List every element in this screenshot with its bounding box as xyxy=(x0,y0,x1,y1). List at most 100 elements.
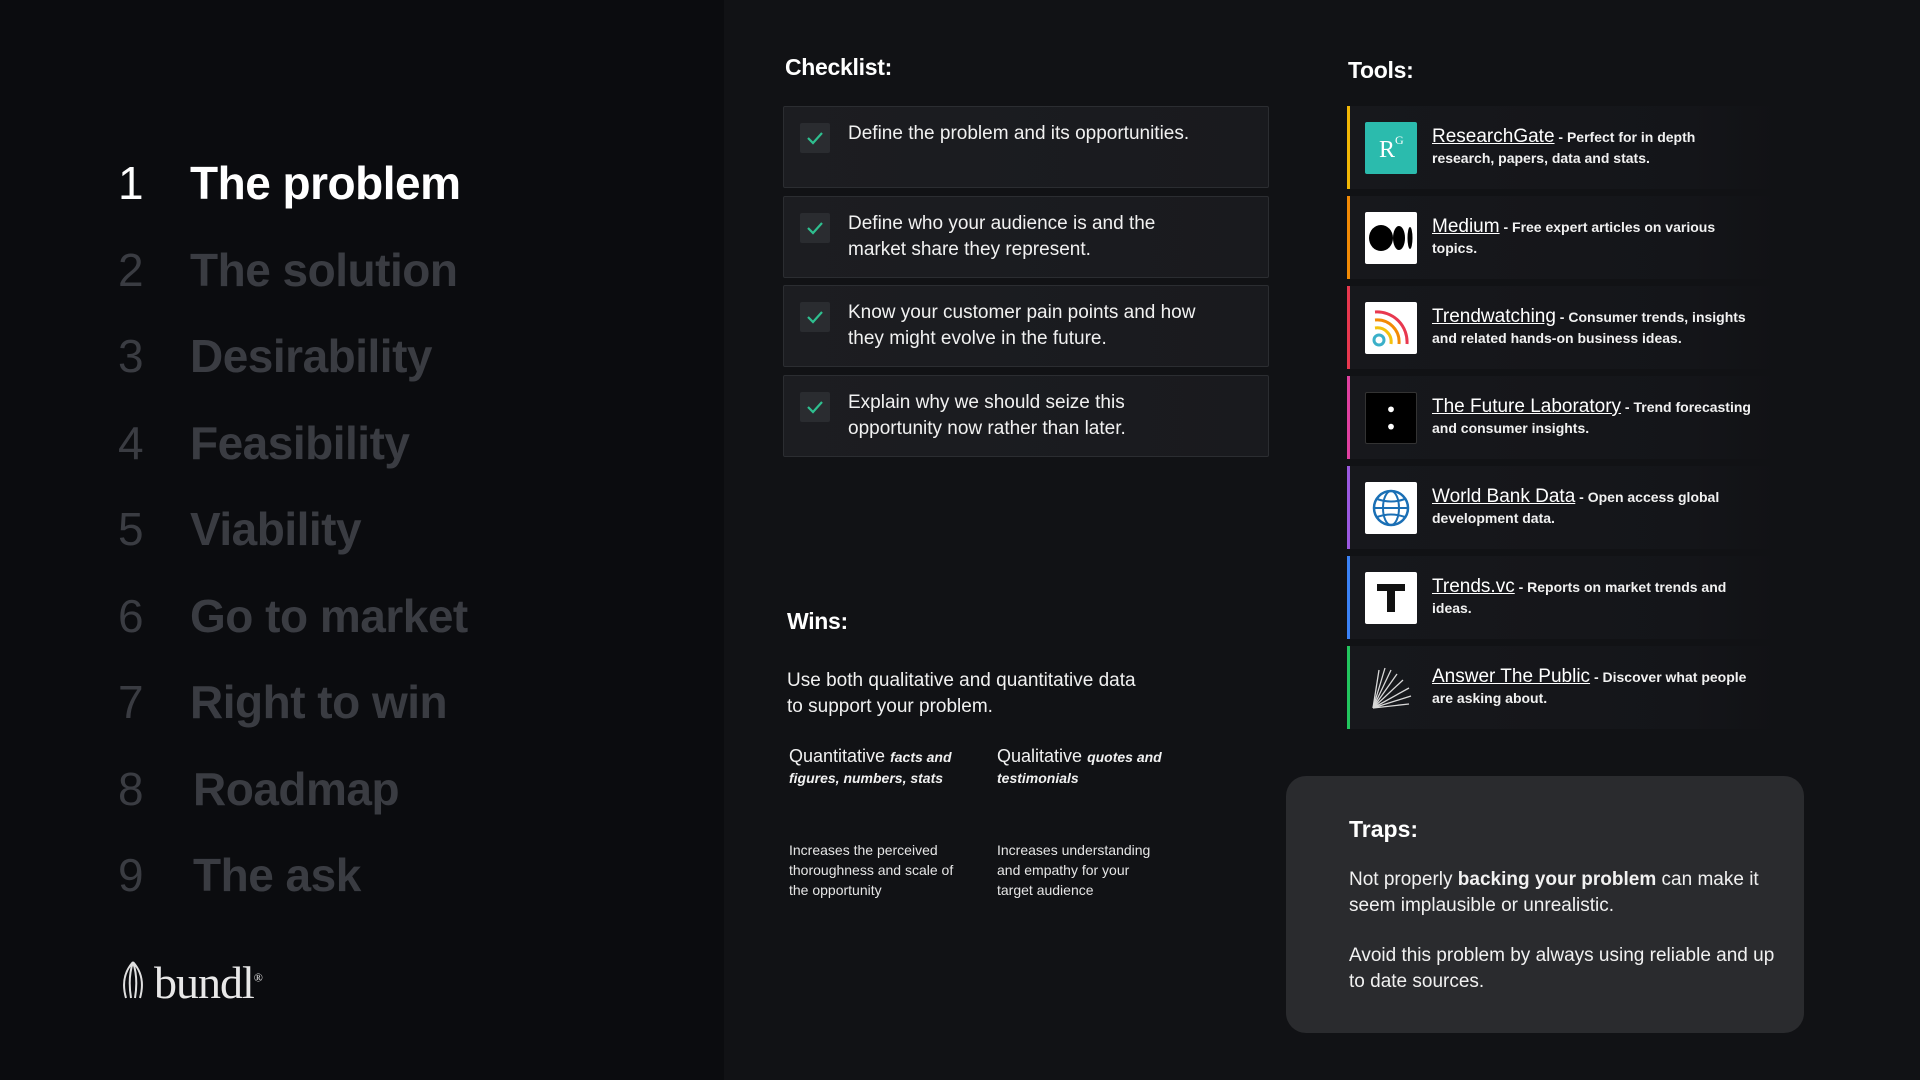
tool-trendwatching[interactable]: Trendwatching - Consumer trends, insight… xyxy=(1347,286,1777,369)
bundl-logo-text: bundl® xyxy=(154,957,263,1008)
tool-text: ResearchGate - Perfect for in depth rese… xyxy=(1432,126,1696,166)
answer-the-public-icon xyxy=(1365,662,1417,714)
tool-accent-bar xyxy=(1347,106,1350,189)
tool-accent-bar xyxy=(1347,556,1350,639)
svg-text:G: G xyxy=(1395,133,1404,147)
step-label: Right to win xyxy=(190,676,448,729)
bundl-logo: bundl® xyxy=(118,956,263,1009)
step-the-solution[interactable]: 2 The solution xyxy=(118,227,468,314)
step-label: The solution xyxy=(190,243,458,296)
tool-trends-vc[interactable]: Trends.vc - Reports on market trends and… xyxy=(1347,556,1777,639)
tool-accent-bar xyxy=(1347,196,1350,279)
checklist-item[interactable]: Explain why we should seize this opportu… xyxy=(783,374,1269,457)
step-label: Go to market xyxy=(190,589,468,642)
tool-text: World Bank Data - Open access global dev… xyxy=(1432,486,1720,526)
tool-link[interactable]: The Future Laboratory xyxy=(1432,396,1621,417)
globe-icon xyxy=(1365,481,1417,534)
tool-link[interactable]: Answer The Public xyxy=(1432,666,1590,687)
traps-paragraph-1: Not properly backing your problem can ma… xyxy=(1349,869,1759,916)
tool-text: Medium - Free expert articles on various… xyxy=(1432,216,1716,256)
checkmark-icon xyxy=(807,311,823,324)
step-label: The problem xyxy=(190,157,461,210)
checklist-title: Checklist: xyxy=(785,54,892,80)
wins-quantitative: Quantitative facts and figures, numbers,… xyxy=(789,746,959,898)
checkbox-checked[interactable] xyxy=(800,391,830,422)
wins-title: Wins: xyxy=(787,608,848,634)
steps-list: 1 The problem 2 The solution 3 Desirabil… xyxy=(118,140,468,919)
checkbox-checked[interactable] xyxy=(800,123,830,153)
tool-link[interactable]: Medium xyxy=(1432,216,1500,237)
tools-title: Tools: xyxy=(1348,57,1414,83)
tools-list: RG ResearchGate - Perfect for in depth r… xyxy=(1347,106,1777,736)
step-number: 6 xyxy=(118,589,144,642)
step-label: Desirability xyxy=(190,330,433,383)
step-number: 1 xyxy=(118,157,144,210)
future-laboratory-icon xyxy=(1365,391,1417,444)
tool-link[interactable]: World Bank Data xyxy=(1432,486,1575,507)
navigation-panel: 1 The problem 2 The solution 3 Desirabil… xyxy=(0,0,724,1080)
traps-card: Traps: Not properly backing your problem… xyxy=(1286,776,1804,1033)
wins-qualitative: Qualitative quotes and testimonials Incr… xyxy=(997,746,1167,898)
step-number: 3 xyxy=(118,330,144,383)
step-go-to-market[interactable]: 6 Go to market xyxy=(118,573,468,660)
step-number: 4 xyxy=(118,416,144,469)
tool-world-bank-data[interactable]: World Bank Data - Open access global dev… xyxy=(1347,466,1777,549)
step-number: 2 xyxy=(118,243,144,296)
svg-text:R: R xyxy=(1379,137,1395,163)
traps-title: Traps: xyxy=(1349,816,1419,842)
step-number: 7 xyxy=(118,676,144,729)
step-viability[interactable]: 5 Viability xyxy=(118,486,468,573)
tool-text: Trends.vc - Reports on market trends and… xyxy=(1432,576,1727,616)
tool-accent-bar xyxy=(1347,286,1350,369)
step-label: Viability xyxy=(190,503,362,556)
researchgate-icon: RG xyxy=(1365,121,1417,174)
tool-medium[interactable]: Medium - Free expert articles on various… xyxy=(1347,196,1777,279)
step-label: Feasibility xyxy=(190,416,410,469)
trendwatching-icon xyxy=(1365,301,1417,354)
step-right-to-win[interactable]: 7 Right to win xyxy=(118,659,468,746)
checklist-item-text: Define who your audience is and the mark… xyxy=(848,212,1156,260)
step-number: 9 xyxy=(118,849,144,902)
checklist: Define the problem and its opportunities… xyxy=(783,106,1269,464)
tool-link[interactable]: ResearchGate xyxy=(1432,126,1555,147)
checkmark-icon xyxy=(807,132,823,145)
quantitative-heading: Quantitative facts and figures, numbers,… xyxy=(789,746,952,786)
checkbox-checked[interactable] xyxy=(800,302,830,332)
checklist-item-text: Know your customer pain points and how t… xyxy=(848,302,1196,349)
tool-accent-bar xyxy=(1347,646,1350,729)
step-label: The ask xyxy=(193,849,361,902)
checkmark-icon xyxy=(807,400,823,414)
tool-text: Answer The Public - Discover what people… xyxy=(1432,666,1747,706)
checklist-item-text: Define the problem and its opportunities… xyxy=(848,123,1190,144)
wins-text: Use both qualitative and quantitative da… xyxy=(787,670,1136,717)
tool-link[interactable]: Trends.vc xyxy=(1432,576,1515,597)
tool-link[interactable]: Trendwatching xyxy=(1432,306,1556,327)
checkmark-icon xyxy=(807,221,823,235)
step-the-problem[interactable]: 1 The problem xyxy=(118,140,468,227)
tool-the-future-laboratory[interactable]: The Future Laboratory - Trend forecastin… xyxy=(1347,376,1777,459)
checklist-item[interactable]: Know your customer pain points and how t… xyxy=(783,285,1269,367)
medium-icon xyxy=(1365,211,1417,264)
step-the-ask[interactable]: 9 The ask xyxy=(118,832,468,919)
step-roadmap[interactable]: 8 Roadmap xyxy=(118,746,468,833)
checkbox-checked[interactable] xyxy=(800,212,830,243)
quantitative-description: Increases the perceived thoroughness and… xyxy=(789,842,954,898)
tool-text: Trendwatching - Consumer trends, insight… xyxy=(1432,306,1746,346)
checklist-item-text: Explain why we should seize this opportu… xyxy=(848,391,1126,439)
tool-accent-bar xyxy=(1347,466,1350,549)
checklist-item[interactable]: Define the problem and its opportunities… xyxy=(783,106,1269,188)
trends-vc-icon xyxy=(1365,571,1417,624)
tool-answer-the-public[interactable]: Answer The Public - Discover what people… xyxy=(1347,646,1777,729)
step-label: Roadmap xyxy=(193,762,400,815)
qualitative-description: Increases understanding and empathy for … xyxy=(997,842,1151,898)
step-feasibility[interactable]: 4 Feasibility xyxy=(118,400,468,487)
step-desirability[interactable]: 3 Desirability xyxy=(118,313,468,400)
qualitative-heading: Qualitative quotes and testimonials xyxy=(997,746,1162,786)
bundl-logo-icon xyxy=(118,960,148,1005)
tool-researchgate[interactable]: RG ResearchGate - Perfect for in depth r… xyxy=(1347,106,1777,189)
step-number: 8 xyxy=(118,762,144,815)
tool-text: The Future Laboratory - Trend forecastin… xyxy=(1432,396,1751,436)
checklist-item[interactable]: Define who your audience is and the mark… xyxy=(783,195,1269,278)
tool-accent-bar xyxy=(1347,376,1350,459)
traps-paragraph-2: Avoid this problem by always using relia… xyxy=(1349,945,1775,992)
